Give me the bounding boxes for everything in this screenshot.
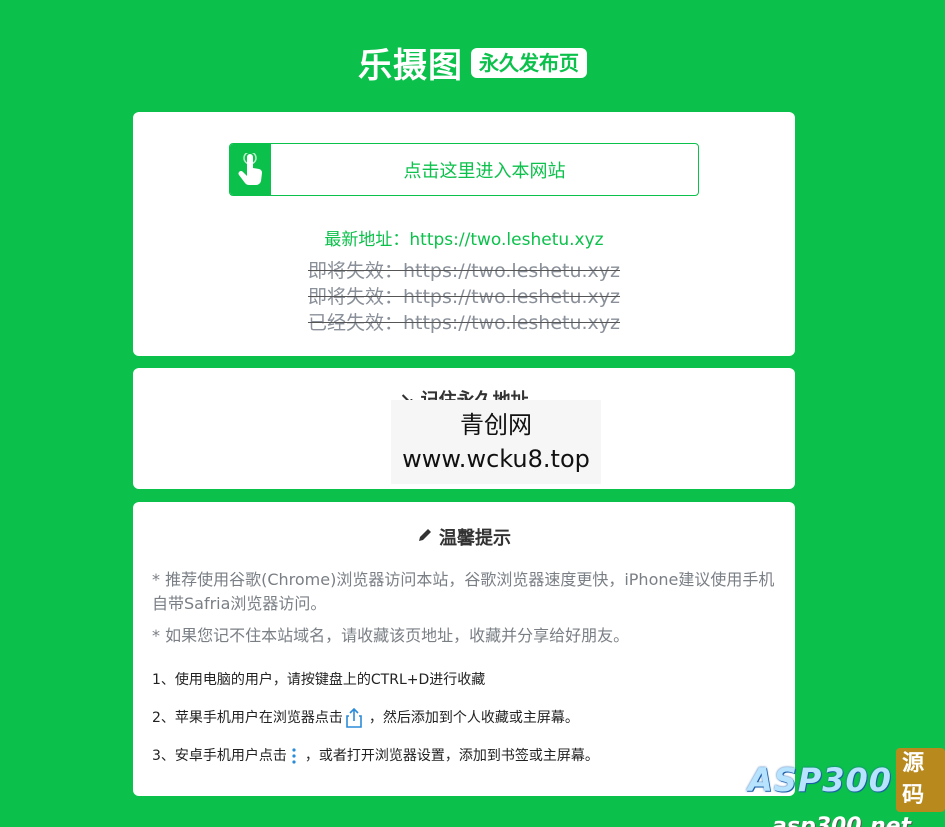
- logo-domain-text: asp300.net: [772, 814, 912, 827]
- logo-asp-text: ASP300: [748, 761, 893, 799]
- logo-source-badge: 源码: [896, 748, 945, 812]
- tips-card: 温馨提示 * 推荐使用谷歌(Chrome)浏览器访问本站，谷歌浏览器速度更快，i…: [133, 502, 795, 796]
- tip-note: * 推荐使用谷歌(Chrome)浏览器访问本站，谷歌浏览器速度更快，iPhone…: [152, 570, 775, 613]
- step-item: 1、使用电脑的用户，请按键盘上的CTRL+D进行收藏: [152, 670, 782, 690]
- step-item: 3、安卓手机用户点击 ，或者打开浏览器设置，添加到书签或主屏幕。: [152, 746, 782, 766]
- enter-site-label: 点击这里进入本网站: [403, 160, 566, 182]
- expiring-address: 即将失效：https://two.leshetu.xyz: [307, 286, 621, 308]
- step-text: 2、苹果手机用户在浏览器点击: [152, 710, 343, 726]
- pencil-icon: [417, 527, 433, 548]
- brand-badge: 永久发布页: [471, 47, 587, 78]
- watermark-line2: www.wcku8.top: [402, 445, 590, 473]
- tip-note: * 如果您记不住本站域名，请收藏该页地址，收藏并分享给好朋友。: [152, 626, 630, 645]
- more-vertical-icon: [289, 747, 299, 765]
- remember-card: ↘ 记住永久地址 青创网 www.wcku8.top: [133, 368, 795, 489]
- watermark-line1: 青创网: [460, 411, 532, 439]
- step-text: ，或者打开浏览器设置，添加到书签或主屏幕。: [304, 748, 599, 764]
- corner-logo-row: ASP300 源码: [748, 748, 945, 812]
- steps-list: 1、使用电脑的用户，请按键盘上的CTRL+D进行收藏 2、苹果手机用户在浏览器点…: [152, 670, 782, 766]
- step-text: 3、安卓手机用户点击: [152, 748, 287, 764]
- page: 乐摄图 永久发布页 点击这里进入本网站 最新地址：https://two.les…: [0, 0, 945, 827]
- tips-title-text: 温馨提示: [439, 528, 511, 549]
- pointer-hand-icon: [230, 144, 271, 195]
- step-item: 2、苹果手机用户在浏览器点击 ，然后添加到个人收藏或主屏幕。: [152, 707, 782, 729]
- corner-logo: ASP300 源码 asp300.net: [748, 748, 945, 827]
- tips-body: * 推荐使用谷歌(Chrome)浏览器访问本站，谷歌浏览器速度更快，iPhone…: [152, 568, 782, 783]
- share-icon: [345, 707, 363, 729]
- step-text: ，然后添加到个人收藏或主屏幕。: [368, 710, 579, 726]
- latest-address[interactable]: 最新地址：https://two.leshetu.xyz: [133, 228, 795, 252]
- entry-card: 点击这里进入本网站 最新地址：https://two.leshetu.xyz 即…: [133, 112, 795, 356]
- brand-title: 乐摄图: [358, 46, 463, 86]
- enter-site-button[interactable]: 点击这里进入本网站: [229, 143, 699, 196]
- header: 乐摄图 永久发布页: [0, 38, 945, 87]
- expiring-address: 即将失效：https://two.leshetu.xyz: [307, 260, 621, 282]
- address-list: 最新地址：https://two.leshetu.xyz 即将失效：https:…: [133, 228, 795, 336]
- step-text: 1、使用电脑的用户，请按键盘上的CTRL+D进行收藏: [152, 672, 486, 688]
- watermark-overlay: 青创网 www.wcku8.top: [391, 400, 601, 484]
- expired-address: 已经失效：https://two.leshetu.xyz: [307, 312, 621, 334]
- tips-title: 温馨提示: [133, 524, 795, 550]
